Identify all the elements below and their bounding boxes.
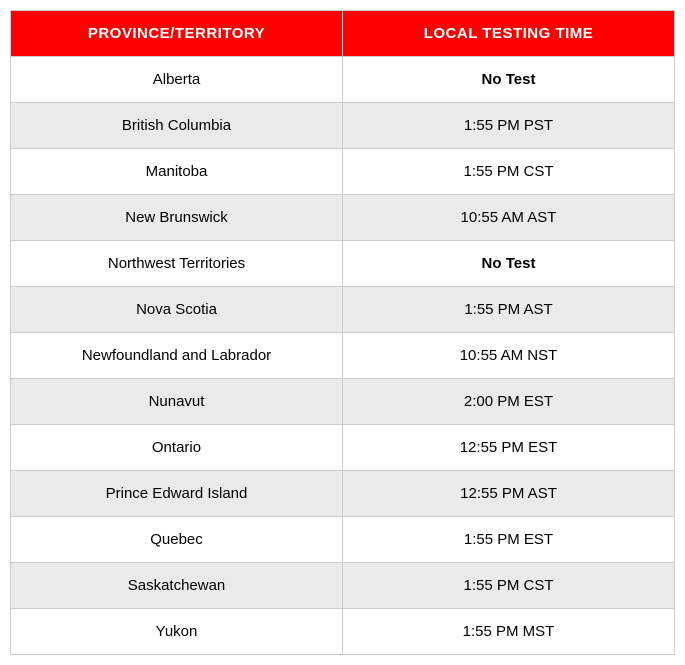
table-row: Saskatchewan1:55 PM CST bbox=[11, 563, 675, 609]
cell-province: Nova Scotia bbox=[11, 287, 343, 333]
cell-time: No Test bbox=[343, 241, 675, 287]
cell-time: 10:55 AM AST bbox=[343, 195, 675, 241]
testing-time-table: Province/Territory Local Testing Time Al… bbox=[10, 10, 675, 655]
table-row: Northwest TerritoriesNo Test bbox=[11, 241, 675, 287]
cell-time: 1:55 PM CST bbox=[343, 149, 675, 195]
cell-province: Prince Edward Island bbox=[11, 471, 343, 517]
cell-province: Nunavut bbox=[11, 379, 343, 425]
table-row: Quebec1:55 PM EST bbox=[11, 517, 675, 563]
cell-province: Northwest Territories bbox=[11, 241, 343, 287]
cell-province: Yukon bbox=[11, 609, 343, 655]
cell-time: 2:00 PM EST bbox=[343, 379, 675, 425]
cell-province: Ontario bbox=[11, 425, 343, 471]
table-row: Ontario12:55 PM EST bbox=[11, 425, 675, 471]
cell-time: 1:55 PM EST bbox=[343, 517, 675, 563]
header-province: Province/Territory bbox=[11, 11, 343, 57]
cell-time: 1:55 PM PST bbox=[343, 103, 675, 149]
table-header-row: Province/Territory Local Testing Time bbox=[11, 11, 675, 57]
cell-province: Alberta bbox=[11, 57, 343, 103]
table-row: Prince Edward Island12:55 PM AST bbox=[11, 471, 675, 517]
table-row: Manitoba1:55 PM CST bbox=[11, 149, 675, 195]
cell-time: 1:55 PM CST bbox=[343, 563, 675, 609]
table-row: Nova Scotia1:55 PM AST bbox=[11, 287, 675, 333]
table-row: AlbertaNo Test bbox=[11, 57, 675, 103]
table-row: New Brunswick10:55 AM AST bbox=[11, 195, 675, 241]
table-body: AlbertaNo TestBritish Columbia1:55 PM PS… bbox=[11, 57, 675, 655]
table-row: Newfoundland and Labrador10:55 AM NST bbox=[11, 333, 675, 379]
cell-time: 10:55 AM NST bbox=[343, 333, 675, 379]
cell-time: 1:55 PM MST bbox=[343, 609, 675, 655]
table-row: Yukon1:55 PM MST bbox=[11, 609, 675, 655]
cell-province: New Brunswick bbox=[11, 195, 343, 241]
cell-time: 12:55 PM EST bbox=[343, 425, 675, 471]
table-row: British Columbia1:55 PM PST bbox=[11, 103, 675, 149]
cell-province: Saskatchewan bbox=[11, 563, 343, 609]
cell-time: No Test bbox=[343, 57, 675, 103]
cell-time: 1:55 PM AST bbox=[343, 287, 675, 333]
header-time: Local Testing Time bbox=[343, 11, 675, 57]
table-row: Nunavut2:00 PM EST bbox=[11, 379, 675, 425]
cell-province: Newfoundland and Labrador bbox=[11, 333, 343, 379]
cell-time: 12:55 PM AST bbox=[343, 471, 675, 517]
cell-province: Quebec bbox=[11, 517, 343, 563]
cell-province: British Columbia bbox=[11, 103, 343, 149]
cell-province: Manitoba bbox=[11, 149, 343, 195]
